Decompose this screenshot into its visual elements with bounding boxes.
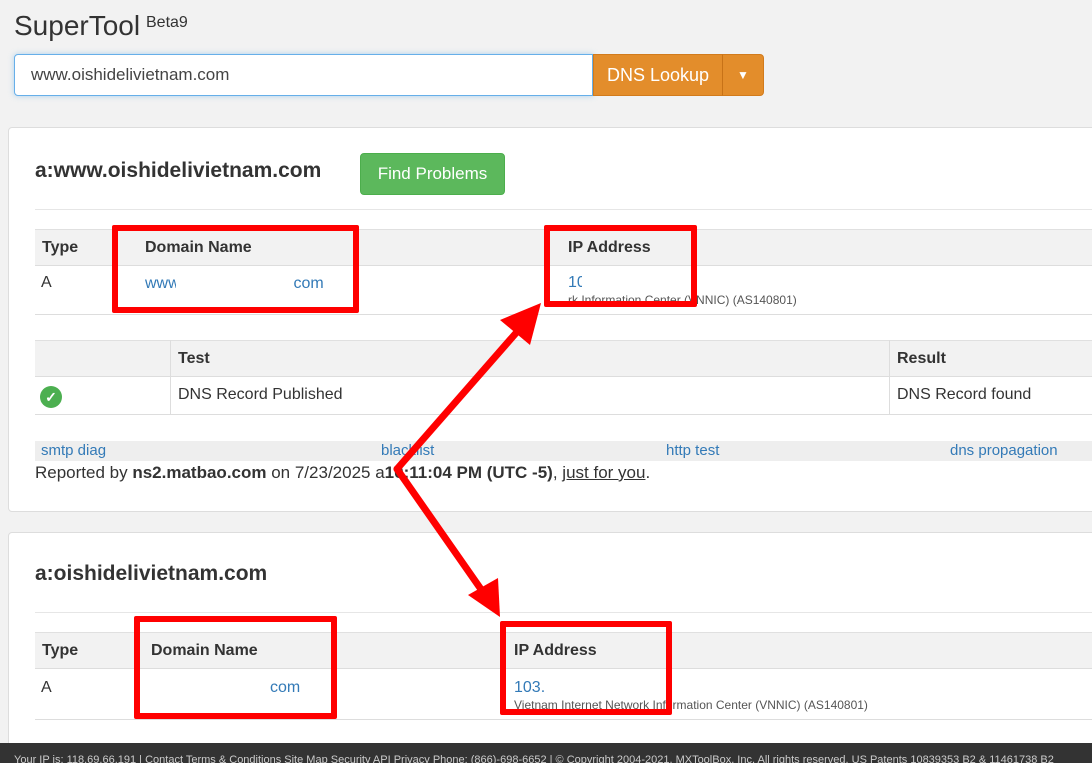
arrow-shaft-down bbox=[393, 465, 489, 599]
arrow-head-down bbox=[468, 578, 500, 617]
arrow-head-up bbox=[500, 303, 541, 345]
footer: Your IP is: 118.69.66.191 | Contact Term… bbox=[0, 743, 1092, 763]
arrow-shaft-up bbox=[393, 321, 527, 473]
annotation-arrows bbox=[393, 303, 541, 617]
